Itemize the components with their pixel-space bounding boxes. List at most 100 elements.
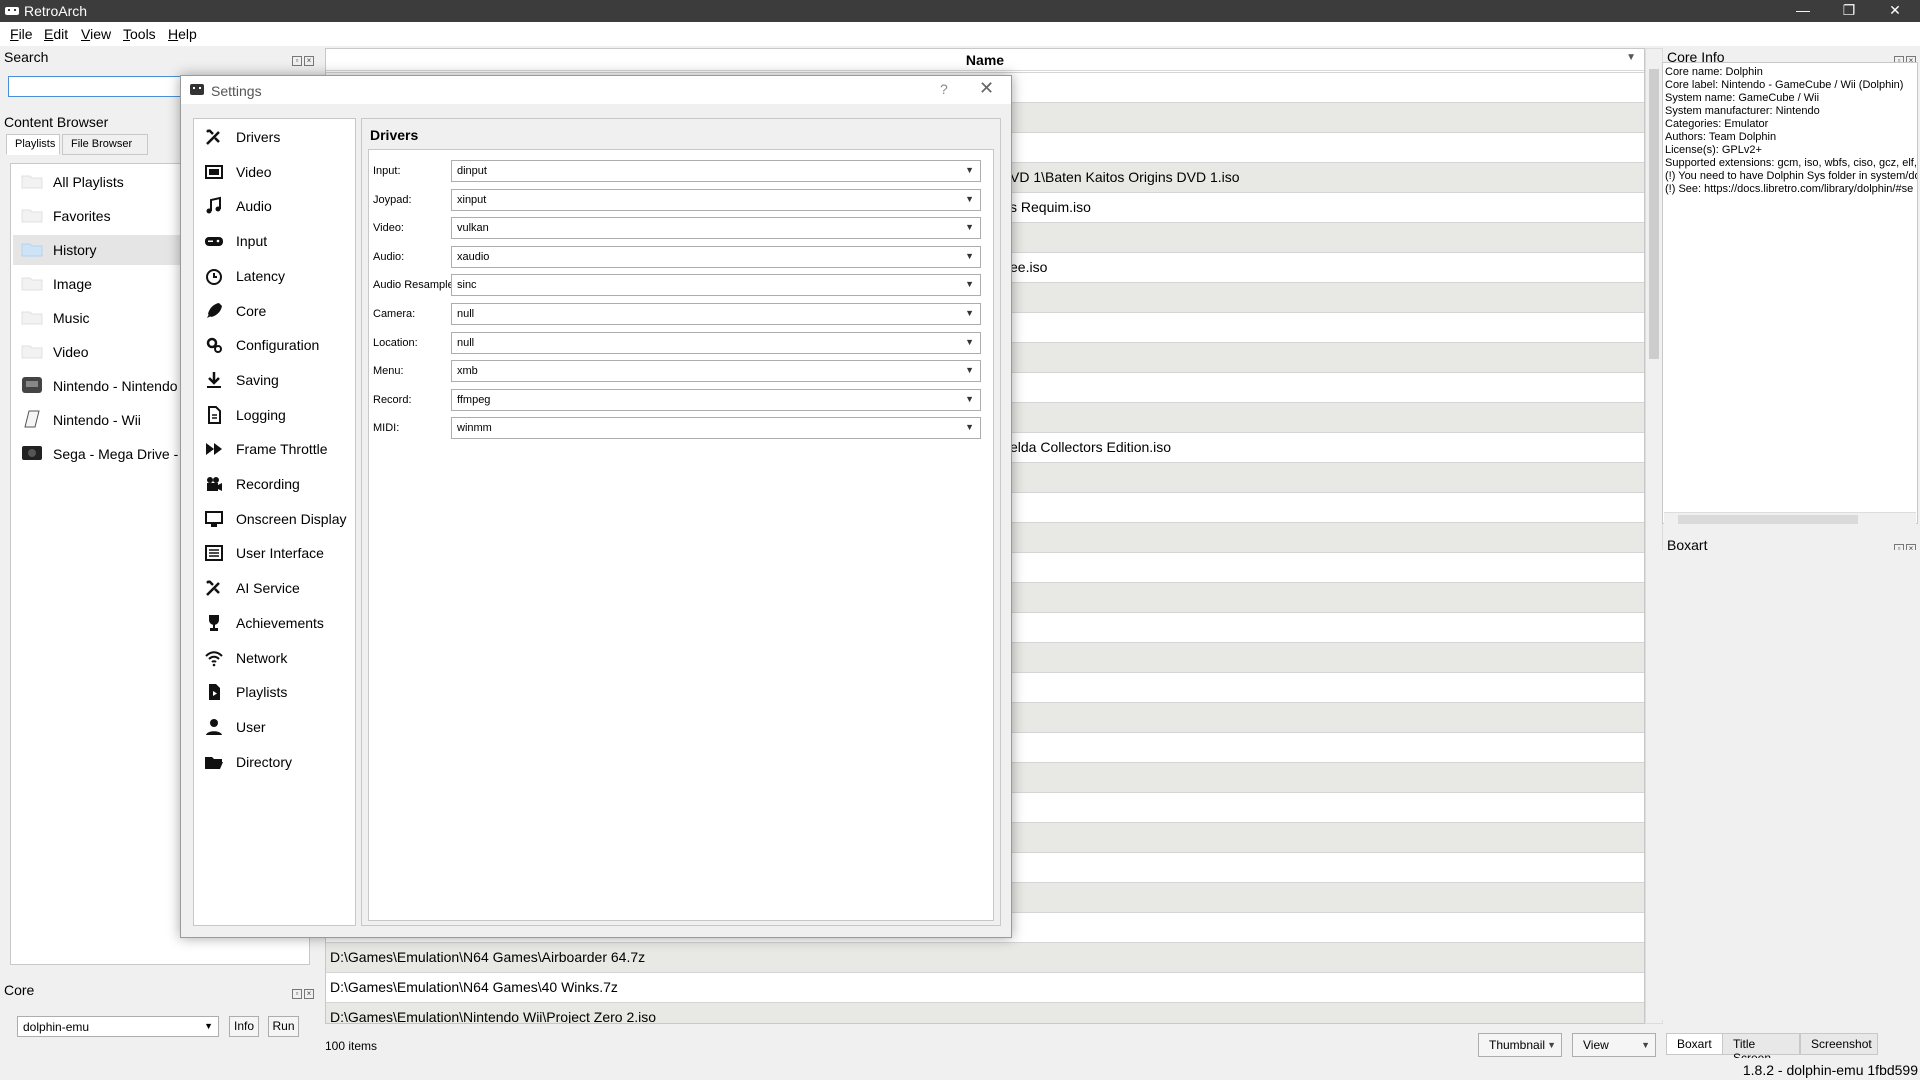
thumbnail-combo[interactable]: Thumbnail ▼ — [1478, 1033, 1562, 1057]
playlist-item-nintendo-wii[interactable]: Nintendo - Wii — [13, 405, 203, 435]
category-label: User Interface — [236, 545, 324, 562]
core-select[interactable]: dolphin-emu ▼ — [17, 1016, 219, 1037]
window-title: RetroArch — [24, 3, 88, 19]
menu-view[interactable]: View — [81, 26, 111, 42]
view-combo[interactable]: View ▼ — [1572, 1033, 1656, 1057]
core-info-line: System manufacturer: Nintendo — [1665, 105, 1820, 117]
driver-row-joypad: Joypad: xinput ▼ — [369, 188, 993, 213]
settings-category-onscreen-display[interactable]: Onscreen Display — [194, 503, 355, 535]
playlist-item-nintendo-nintendo[interactable]: Nintendo - Nintendo — [13, 371, 203, 401]
video-icon — [205, 164, 223, 179]
settings-category-logging[interactable]: Logging — [194, 399, 355, 431]
chevron-down-icon: ▼ — [965, 393, 974, 404]
settings-category-core[interactable]: Core — [194, 295, 355, 327]
chevron-down-icon: ▼ — [204, 1021, 213, 1031]
core-run-button[interactable]: Run — [268, 1016, 299, 1037]
driver-select-camera[interactable]: null ▼ — [451, 303, 981, 325]
category-label: Video — [236, 163, 272, 180]
playlist-item-favorites[interactable]: Favorites — [13, 201, 203, 231]
restore-button[interactable]: ❐ — [1826, 0, 1872, 22]
driver-select-audio-resampler[interactable]: sinc ▼ — [451, 274, 981, 297]
search-dock-buttons: ▫ × — [290, 51, 316, 66]
scrollbar-thumb[interactable] — [1649, 69, 1659, 359]
settings-close-button[interactable]: ✕ — [979, 78, 994, 99]
column-header-name: Name — [965, 52, 1005, 68]
driver-select-video[interactable]: vulkan ▼ — [451, 217, 981, 240]
float-icon[interactable]: ▫ — [292, 989, 302, 999]
core-info-button[interactable]: Info — [229, 1016, 259, 1037]
menu-tools[interactable]: Tools — [123, 26, 156, 42]
row-label: s Requim.iso — [1010, 199, 1091, 215]
tab-playlists[interactable]: Playlists — [6, 134, 60, 155]
tools-icon — [206, 580, 220, 596]
settings-category-frame-throttle[interactable]: Frame Throttle — [194, 433, 355, 465]
chevron-down-icon: ▼ — [1641, 1040, 1650, 1050]
settings-category-latency[interactable]: Latency — [194, 260, 355, 292]
driver-select-location[interactable]: null ▼ — [451, 331, 981, 354]
playlist-item-music[interactable]: Music — [13, 303, 203, 333]
table-row[interactable]: D:\Games\Emulation\N64 Games\Airboarder … — [326, 942, 1644, 972]
driver-value: sinc — [457, 279, 477, 292]
tab-title-screen[interactable]: Title Screen — [1722, 1033, 1800, 1065]
driver-select-record[interactable]: ffmpeg ▼ — [451, 388, 981, 411]
settings-category-user[interactable]: User — [194, 711, 355, 743]
menu-file[interactable]: File — [10, 26, 33, 42]
driver-select-menu[interactable]: xmb ▼ — [451, 360, 981, 383]
table-scrollbar[interactable] — [1645, 48, 1663, 1024]
search-input[interactable] — [8, 76, 183, 97]
close-icon[interactable]: × — [304, 989, 314, 999]
settings-category-drivers[interactable]: Drivers — [194, 121, 355, 153]
playlist-item-video[interactable]: Video — [13, 337, 203, 367]
driver-row-location: Location: null ▼ — [369, 331, 993, 356]
settings-category-video[interactable]: Video — [194, 156, 355, 188]
menu-help[interactable]: Help — [168, 26, 197, 42]
help-button[interactable]: ? — [940, 81, 948, 97]
tab-boxart[interactable]: Boxart — [1666, 1033, 1724, 1055]
settings-category-input[interactable]: Input — [194, 225, 355, 257]
float-icon[interactable]: ▫ — [292, 56, 302, 66]
settings-category-ai-service[interactable]: AI Service — [194, 572, 355, 604]
folder-icon — [21, 311, 43, 325]
tools-icon — [206, 129, 220, 145]
driver-select-audio[interactable]: xaudio ▼ — [451, 245, 981, 268]
driver-row-midi: MIDI: winmm ▼ — [369, 417, 993, 441]
chevron-down-icon: ▼ — [965, 250, 974, 261]
items-count: 100 items — [325, 1039, 378, 1053]
boxart-panel — [1662, 550, 1918, 1020]
fast-forward-icon — [206, 443, 222, 456]
row-label: VD 1\Baten Kaitos Origins DVD 1.iso — [1010, 169, 1240, 185]
playlist-item-all-playlists[interactable]: All Playlists — [13, 167, 203, 197]
chevron-down-icon: ▼ — [965, 365, 974, 376]
settings-category-recording[interactable]: Recording — [194, 468, 355, 500]
monitor-icon — [205, 510, 223, 527]
settings-dialog: Settings ? ✕ Drivers Video Audio Input Laten… — [180, 75, 1012, 938]
category-label: Directory — [236, 753, 293, 770]
driver-select-midi[interactable]: winmm ▼ — [451, 417, 981, 440]
driver-select-input[interactable]: dinput ▼ — [451, 160, 981, 182]
driver-select-joypad[interactable]: xinput ▼ — [451, 188, 981, 211]
settings-category-user-interface[interactable]: User Interface — [194, 537, 355, 569]
playlist-item-sega-mega-drive[interactable]: Sega - Mega Drive - — [13, 439, 203, 469]
table-header[interactable]: Name ▼ — [326, 49, 1644, 71]
category-label: Latency — [236, 267, 286, 284]
tab-screenshot[interactable]: Screenshot — [1800, 1033, 1878, 1055]
core-info-hscrollbar[interactable] — [1664, 512, 1916, 526]
table-row[interactable]: D:\Games\Emulation\N64 Games\40 Winks.7z — [326, 972, 1644, 1002]
tab-file-browser[interactable]: File Browser — [62, 134, 148, 155]
settings-category-audio[interactable]: Audio — [194, 190, 355, 222]
settings-category-configuration[interactable]: Configuration — [194, 329, 355, 361]
settings-category-network[interactable]: Network — [194, 642, 355, 674]
playlist-item-image[interactable]: Image — [13, 269, 203, 299]
settings-category-saving[interactable]: Saving — [194, 364, 355, 396]
menu-edit[interactable]: Edit — [44, 26, 68, 42]
settings-category-playlists[interactable]: Playlists — [194, 676, 355, 708]
playlist-item-history[interactable]: History — [13, 235, 203, 265]
close-window-button[interactable]: ✕ — [1872, 0, 1918, 22]
table-row[interactable]: D:\Games\Emulation\Nintendo Wii\Project … — [326, 1002, 1644, 1023]
minimize-button[interactable]: — — [1780, 0, 1826, 22]
folder-icon — [21, 243, 43, 257]
folder-icon — [21, 345, 43, 359]
settings-category-directory[interactable]: Directory — [194, 746, 355, 778]
close-icon[interactable]: × — [304, 56, 314, 66]
settings-category-achievements[interactable]: Achievements — [194, 607, 355, 639]
